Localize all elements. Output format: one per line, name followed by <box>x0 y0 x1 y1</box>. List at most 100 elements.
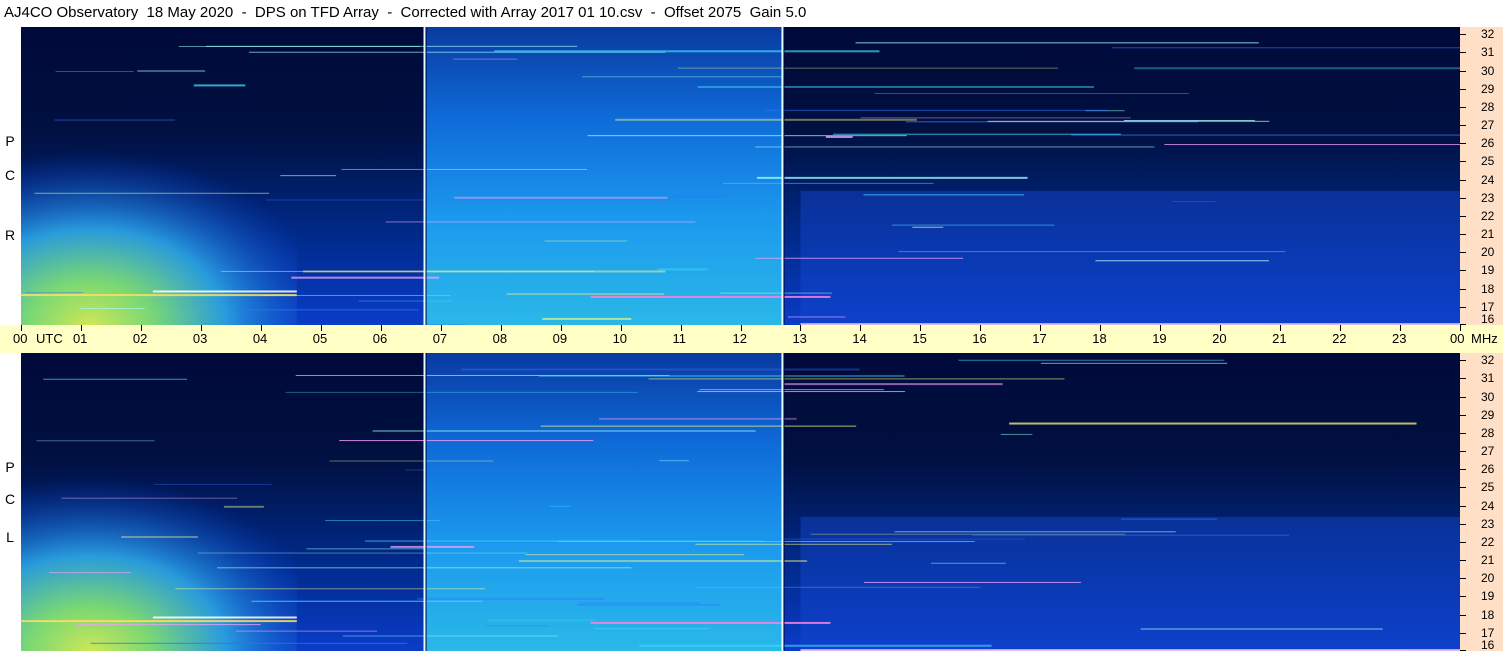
interference-line <box>720 292 832 294</box>
interference-line <box>223 505 264 508</box>
pol-letter: L <box>6 529 14 545</box>
time-axis: 00 01 02 03 04 05 06 07 08 09 10 11 12 13 14 15 16 17 18 19… <box>0 325 1503 353</box>
time-marker-line <box>781 27 784 325</box>
time-tick-label: 21 <box>1272 331 1287 346</box>
pol-letter: R <box>4 227 16 243</box>
strong-band <box>152 616 297 619</box>
frequency-tick-label: 16 <box>1481 638 1495 652</box>
time-tick-label: 14 <box>852 331 867 346</box>
time-tick-label: 07 <box>432 331 448 346</box>
interference-line <box>697 85 1095 88</box>
interference-line <box>874 93 1189 95</box>
frequency-tick-mark <box>1460 288 1466 290</box>
time-tick-label: 04 <box>252 331 268 346</box>
interference-line <box>787 316 846 318</box>
frequency-tick-mark <box>1460 378 1466 380</box>
interference-line <box>137 70 206 72</box>
interference-line <box>121 536 198 538</box>
strong-band <box>590 621 831 624</box>
interference-line <box>639 644 992 647</box>
interference-line <box>783 383 1003 386</box>
interference-line <box>695 543 892 545</box>
interference-line <box>579 602 700 604</box>
frequency-tick-mark <box>1460 52 1466 54</box>
time-tick-mark <box>1100 325 1102 331</box>
interference-line <box>1071 134 1460 136</box>
time-tick-label: 17 <box>1032 331 1047 346</box>
frequency-tick-label: 23 <box>1481 190 1495 205</box>
frequency-tick-mark <box>1460 360 1466 362</box>
time-unit-label: UTC <box>36 331 63 346</box>
frequency-tick-mark <box>1460 596 1466 598</box>
interference-line <box>677 67 1059 69</box>
daytime-band <box>424 353 783 651</box>
time-tick-label: 03 <box>192 331 208 346</box>
interference-line <box>810 533 1126 535</box>
interference-line <box>548 505 571 507</box>
time-tick-mark <box>620 325 622 331</box>
interference-line <box>542 317 632 320</box>
time-tick-mark <box>1340 325 1342 331</box>
time-tick-label: 13 <box>792 331 807 346</box>
frequency-tick-label: 25 <box>1481 480 1495 495</box>
frequency-tick-label: 21 <box>1481 227 1495 242</box>
interference-line <box>642 538 1025 540</box>
frequency-tick-mark <box>1460 487 1466 489</box>
interference-line <box>291 276 440 279</box>
frequency-tick-label: 25 <box>1481 154 1495 169</box>
chart-title: AJ4CO Observatory 18 May 2020 - DPS on T… <box>4 4 807 21</box>
frequency-tick-mark <box>1460 451 1466 453</box>
time-tick-label: 22 <box>1332 331 1347 346</box>
time-marker-shadow <box>783 27 785 325</box>
interference-line <box>1171 200 1216 202</box>
time-tick-mark <box>80 325 82 331</box>
time-marker-line <box>781 353 784 651</box>
interference-line <box>1009 422 1417 425</box>
spectrogram-svg <box>21 27 1460 325</box>
strong-band <box>21 620 297 623</box>
frequency-tick-mark <box>1460 234 1466 236</box>
interference-line <box>648 378 1065 380</box>
interference-line <box>43 378 188 380</box>
frequency-tick-mark <box>1460 34 1466 36</box>
interference-line <box>699 389 884 391</box>
frequency-tick-mark <box>1460 432 1466 434</box>
time-tick-mark <box>1220 325 1222 331</box>
time-tick-mark <box>21 325 22 331</box>
frequency-tick-label: 31 <box>1481 45 1495 60</box>
time-tick-mark <box>1280 325 1282 331</box>
interference-line <box>898 251 1286 253</box>
frequency-tick-mark <box>1460 70 1466 72</box>
interference-line <box>697 391 905 393</box>
interference-line <box>1140 628 1383 630</box>
interference-line <box>153 483 272 485</box>
interference-line <box>587 135 907 137</box>
interference-line <box>659 460 690 462</box>
interference-line <box>417 597 605 600</box>
frequency-tick-label: 32 <box>1481 353 1495 368</box>
interference-line <box>175 588 485 590</box>
interference-line <box>825 136 853 139</box>
frequency-tick-label: 24 <box>1481 498 1495 513</box>
time-tick-mark <box>1460 325 1461 331</box>
frequency-tick-mark <box>1460 523 1466 525</box>
time-tick-label: 10 <box>612 331 628 346</box>
interference-line <box>863 194 1025 196</box>
frequency-axis-bottom: 16 17 18 19 20 21 22 23 24 25 26 27 28 29 30 31 32 <box>1460 353 1503 651</box>
interference-line <box>487 619 597 621</box>
interference-line <box>454 196 668 199</box>
time-tick-label: 00 <box>1450 331 1465 346</box>
pol-letter: C <box>4 167 16 183</box>
time-tick-mark <box>860 325 862 331</box>
frequency-tick-mark <box>1460 560 1466 562</box>
frequency-tick-label: 22 <box>1481 534 1495 549</box>
interference-line <box>90 642 408 644</box>
time-tick-mark <box>740 325 742 331</box>
frequency-tick-label: 30 <box>1481 389 1495 404</box>
frequency-tick-mark <box>1460 396 1466 398</box>
time-marker-line <box>423 27 426 325</box>
frequency-tick-label: 20 <box>1481 571 1495 586</box>
frequency-tick-label: 22 <box>1481 208 1495 223</box>
interference-line <box>912 226 944 228</box>
strong-band <box>590 295 831 298</box>
